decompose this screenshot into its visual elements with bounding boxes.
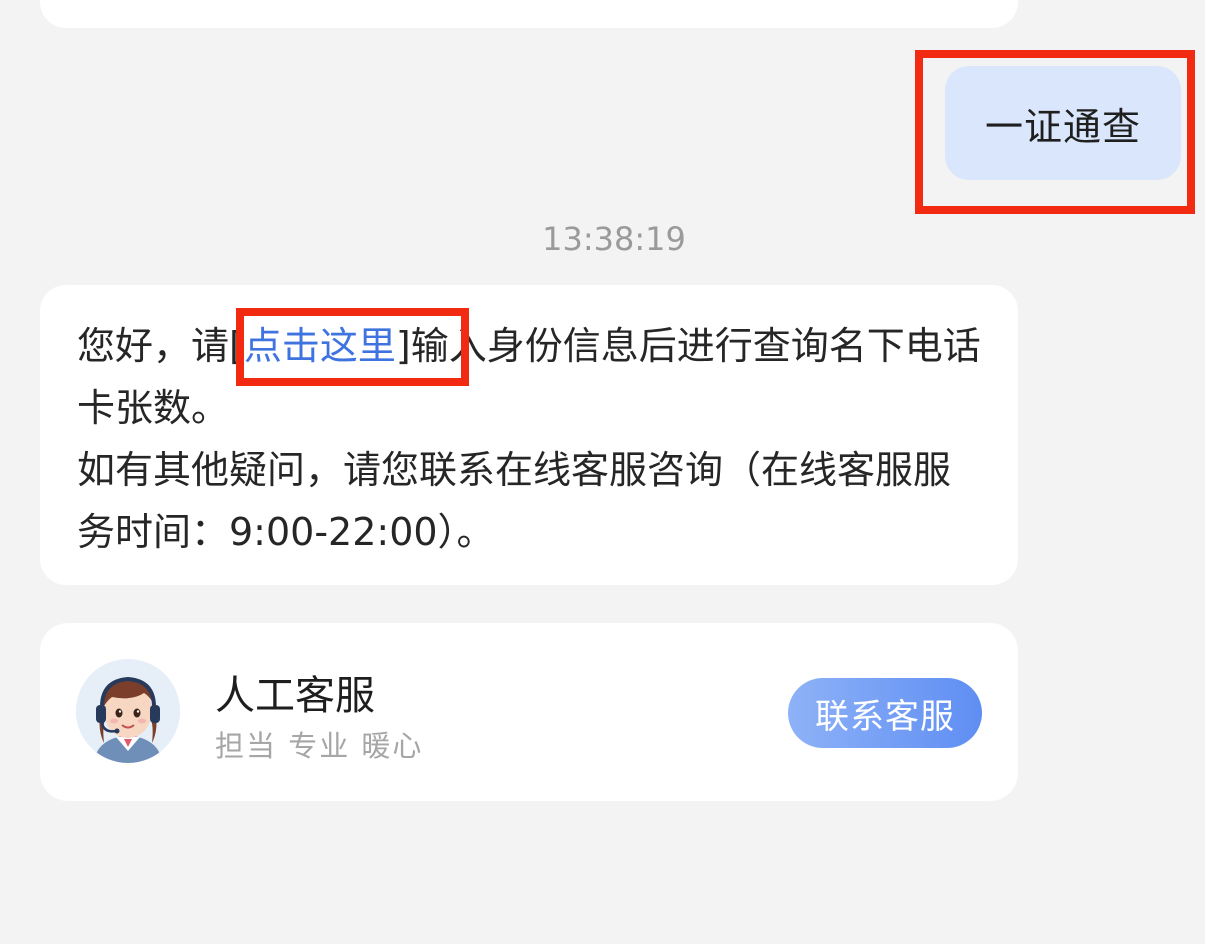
click-here-link[interactable]: 点击这里: [244, 324, 396, 368]
customer-service-agent-avatar-icon: [76, 659, 180, 763]
user-message-bubble: 一证通查: [945, 66, 1181, 180]
previous-message-card: [40, 0, 1018, 28]
bot-message-bubble: 您好，请[点击这里]输入身份信息后进行查询名下电话卡张数。 如有其他疑问，请您联…: [40, 285, 1018, 585]
agent-card-subtitle: 担当 专业 暖心: [215, 729, 424, 763]
contact-customer-service-button[interactable]: 联系客服: [788, 678, 982, 748]
link-bracket-close: ]: [395, 324, 411, 368]
user-message-text: 一证通查: [984, 104, 1141, 149]
agent-card-title: 人工客服: [215, 673, 375, 719]
bot-message-line2: 如有其他疑问，请您联系在线客服咨询（在线客服服务时间：9:00-22:00）。: [77, 448, 952, 554]
link-bracket-open: [: [229, 324, 244, 368]
bot-message-prefix: 您好，请: [77, 324, 230, 368]
message-timestamp: 13:38:19: [542, 220, 686, 258]
bot-message-text: 您好，请[点击这里]输入身份信息后进行查询名下电话卡张数。 如有其他疑问，请您联…: [77, 315, 982, 563]
human-agent-card: 人工客服 担当 专业 暖心 联系客服: [40, 623, 1018, 801]
